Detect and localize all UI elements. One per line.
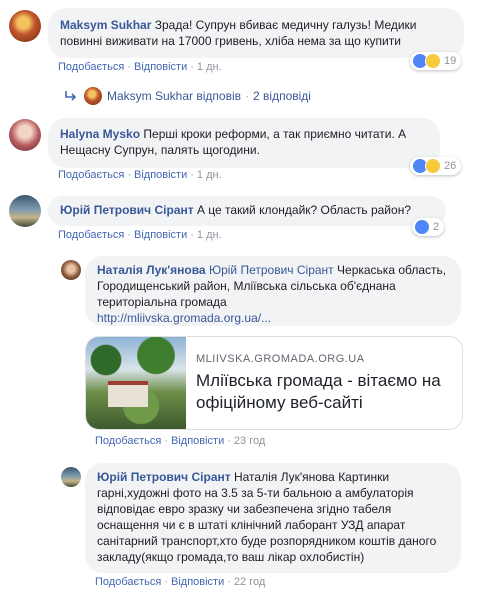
- reaction-count: 19: [444, 55, 457, 67]
- avatar: [84, 87, 102, 105]
- mention-text[interactable]: Наталія Лук'янова: [234, 470, 335, 484]
- reply-link[interactable]: Відповісти: [171, 576, 224, 588]
- like-reaction-icon: [414, 219, 430, 235]
- reply-link[interactable]: Відповісти: [171, 435, 224, 447]
- reply-text: Картинки гарні,художні фото на 3.5 за 5-…: [97, 470, 437, 564]
- comment-text: А це такий клондайк? Область район?: [196, 203, 411, 217]
- reactions-badge[interactable]: 19: [410, 52, 462, 70]
- replies-author: Maksym Sukhar: [107, 89, 194, 103]
- replies-count: 2 відповіді: [253, 89, 311, 103]
- comment-time[interactable]: 1 дн.: [197, 169, 222, 181]
- comment-author[interactable]: Maksym Sukhar: [60, 18, 151, 32]
- link-title: Мліївська громада - вітаємо на офіційном…: [196, 371, 441, 412]
- link-preview-building: [108, 381, 148, 407]
- reply-link[interactable]: Відповісти: [134, 61, 187, 73]
- comment-actions: Подобається · Відповісти · 1 дн.: [58, 169, 222, 181]
- comment-author[interactable]: Halyna Mysko: [60, 127, 140, 141]
- haha-reaction-icon: [425, 53, 441, 69]
- reply-author[interactable]: Юрій Петрович Сірант: [97, 470, 231, 484]
- comment-actions: Подобається · Відповісти · 1 дн.: [58, 229, 222, 241]
- url-link[interactable]: http://mliivska.gromada.org.ua/...: [97, 310, 449, 326]
- reactions-badge[interactable]: 26: [410, 157, 462, 175]
- reply-bubble: Юрій Петрович Сірант Наталія Лук'янова К…: [85, 463, 461, 573]
- like-link[interactable]: Подобається: [58, 61, 124, 73]
- comment-bubble: Юрій Петрович Сірант А це такий клондайк…: [48, 196, 446, 226]
- like-link[interactable]: Подобається: [58, 229, 124, 241]
- link-preview-text: MLIIVSKA.GROMADA.ORG.UA Мліївська громад…: [196, 353, 452, 414]
- view-replies-link[interactable]: Maksym Sukhar відповів · 2 відповіді: [64, 87, 311, 105]
- avatar[interactable]: [61, 467, 81, 487]
- like-link[interactable]: Подобається: [58, 169, 124, 181]
- reply-author[interactable]: Наталія Лук'янова: [97, 263, 206, 277]
- avatar[interactable]: [61, 260, 81, 280]
- comment-bubble: Maksym Sukhar Зрада! Супрун вбиває медич…: [48, 8, 464, 58]
- like-link[interactable]: Подобається: [95, 576, 161, 588]
- avatar[interactable]: [9, 195, 41, 227]
- link-domain: MLIIVSKA.GROMADA.ORG.UA: [196, 353, 365, 365]
- comment-author[interactable]: Юрій Петрович Сірант: [60, 203, 194, 217]
- reply-arrow-icon: [65, 91, 77, 101]
- reactions-badge[interactable]: 2: [412, 218, 445, 236]
- reply-actions: Подобається · Відповісти · 22 год: [95, 576, 266, 588]
- replies-verb: відповів: [196, 89, 242, 103]
- avatar[interactable]: [9, 10, 41, 42]
- reply-bubble: Наталія Лук'янова Юрій Петрович Сірант Ч…: [85, 256, 461, 326]
- reply-link[interactable]: Відповісти: [134, 229, 187, 241]
- mention-link[interactable]: Юрій Петрович Сірант: [209, 263, 334, 277]
- reply-actions: Подобається · Відповісти · 23 год: [95, 435, 266, 447]
- comment-bubble: Halyna Mysko Перші кроки реформи, а так …: [48, 118, 440, 168]
- link-preview-card[interactable]: MLIIVSKA.GROMADA.ORG.UA Мліївська громад…: [85, 336, 463, 430]
- reaction-count: 26: [444, 160, 457, 172]
- reply-time[interactable]: 23 год: [234, 435, 265, 447]
- reply-link[interactable]: Відповісти: [134, 169, 187, 181]
- reaction-count: 2: [433, 221, 440, 233]
- avatar[interactable]: [9, 119, 41, 151]
- reply-time[interactable]: 22 год: [234, 576, 265, 588]
- like-link[interactable]: Подобається: [95, 435, 161, 447]
- comment-time[interactable]: 1 дн.: [197, 229, 222, 241]
- comment-time[interactable]: 1 дн.: [197, 61, 222, 73]
- comment-actions: Подобається · Відповісти · 1 дн.: [58, 61, 222, 73]
- haha-reaction-icon: [425, 158, 441, 174]
